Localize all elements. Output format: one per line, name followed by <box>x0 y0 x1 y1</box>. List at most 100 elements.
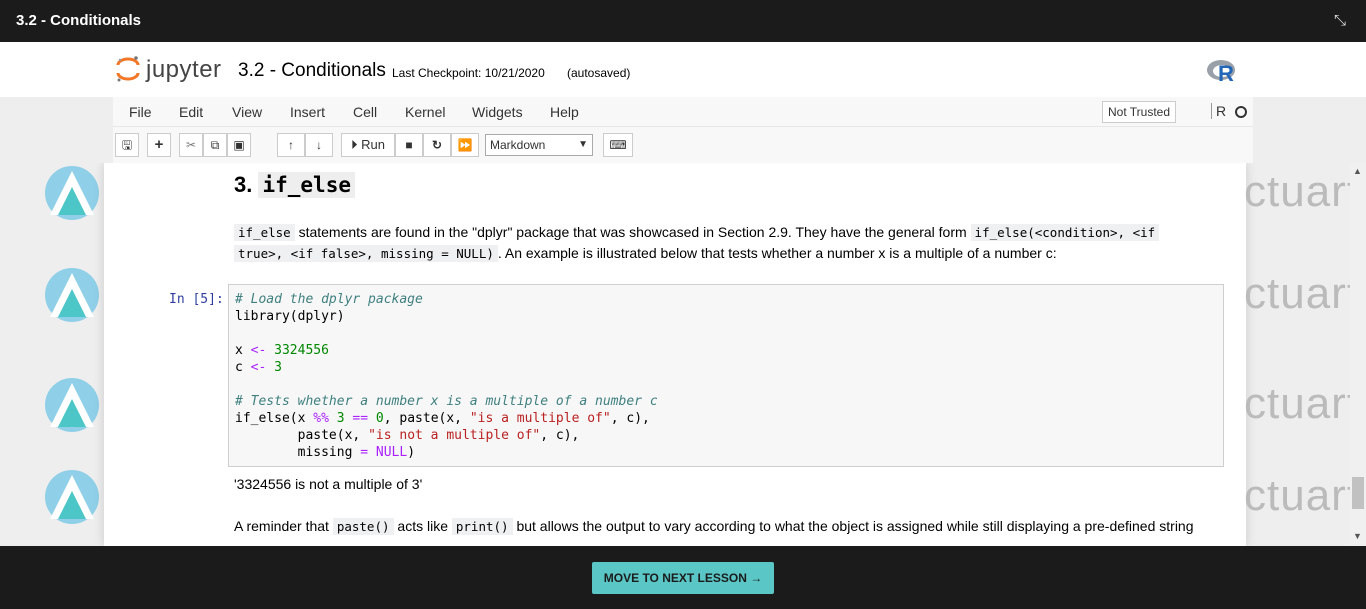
stop-icon: ■ <box>405 138 413 152</box>
code-cell[interactable]: # Load the dplyr package library(dplyr) … <box>228 284 1224 467</box>
watermark: ctuart <box>1244 167 1361 216</box>
code-number: 3 <box>328 411 345 426</box>
menu-bar: File Edit View Insert Cell Kernel Widget… <box>113 97 1253 127</box>
kernel-name: R <box>1211 103 1226 119</box>
notebook-toolbar: 🖫 + ✂ ⧉ ▣ ↑ ↓ ⏵ Run ■ ↻ ⏩ Markdown ▼ ⌨ <box>113 127 1253 163</box>
course-logo-icon <box>45 166 99 220</box>
save-button[interactable]: 🖫 <box>115 133 139 157</box>
code-number: 3324556 <box>266 343 329 358</box>
watermark: ctuart <box>1244 379 1361 428</box>
code-text: ) <box>407 445 416 460</box>
heading-number: 3. <box>234 172 253 197</box>
cut-button[interactable]: ✂ <box>179 133 203 157</box>
paragraph-text: acts like <box>393 518 452 534</box>
code-text: , paste(x, <box>383 411 470 426</box>
course-logo-icon <box>45 268 99 322</box>
scroll-down-arrow-icon[interactable]: ▼ <box>1353 531 1362 541</box>
copy-icon: ⧉ <box>210 138 220 152</box>
menu-file[interactable]: File <box>129 104 152 120</box>
paste-icon: ▣ <box>233 138 245 152</box>
arrow-up-icon: ↑ <box>288 138 294 152</box>
next-lesson-button[interactable]: MOVE TO NEXT LESSON → <box>592 562 774 594</box>
code-text: paste(x, <box>235 428 369 443</box>
exit-fullscreen-icon[interactable]: ⤡ <box>1330 11 1350 31</box>
code-text: , c), <box>610 411 650 426</box>
code-operator: <- <box>250 360 267 375</box>
insert-cell-button[interactable]: + <box>147 133 171 157</box>
scroll-up-arrow-icon[interactable]: ▲ <box>1353 166 1362 176</box>
paste-button[interactable]: ▣ <box>227 133 251 157</box>
code-text: x <box>235 343 251 358</box>
copy-button[interactable]: ⧉ <box>203 133 227 157</box>
r-kernel-logo-icon: R <box>1207 60 1235 85</box>
restart-button[interactable]: ↻ <box>423 133 451 157</box>
interrupt-button[interactable]: ■ <box>395 133 423 157</box>
cell-type-value: Markdown <box>490 138 546 152</box>
watermark: ctuart <box>1244 471 1361 520</box>
command-palette-button[interactable]: ⌨ <box>603 133 633 157</box>
autosave-status: (autosaved) <box>567 66 631 80</box>
not-trusted-badge[interactable]: Not Trusted <box>1102 101 1177 123</box>
menu-edit[interactable]: Edit <box>179 104 203 120</box>
code-operator: = <box>360 445 369 460</box>
inline-code: paste() <box>332 518 394 535</box>
notebook-site: ctuart ctuart ctuart ctuart 3. if_else i… <box>0 163 1366 546</box>
jupyter-logo-icon[interactable] <box>116 55 140 83</box>
inline-code: true>, <if false>, missing = NULL) <box>234 245 498 262</box>
paragraph-text: statements are found in the "dplyr" pack… <box>294 224 971 240</box>
code-operator: %% <box>313 411 329 426</box>
inline-code: print() <box>451 518 513 535</box>
move-up-button[interactable]: ↑ <box>277 133 305 157</box>
lesson-footer: MOVE TO NEXT LESSON → <box>0 546 1366 609</box>
markdown-paragraph: if_else statements are found in the "dpl… <box>234 222 1224 264</box>
step-forward-icon: ⏵ <box>351 137 358 152</box>
arrow-down-icon: ↓ <box>316 138 322 152</box>
paragraph-text: A reminder that <box>234 518 333 534</box>
paragraph-text: but allows the output to vary according … <box>512 518 1194 534</box>
scissors-icon: ✂ <box>185 138 197 152</box>
scrollbar-thumb[interactable] <box>1352 477 1364 509</box>
course-logo-icon <box>45 470 99 524</box>
notebook-name[interactable]: 3.2 - Conditionals <box>238 60 386 82</box>
code-number: 3 <box>266 360 282 375</box>
checkpoint-status: Last Checkpoint: 10/21/2020 <box>392 66 545 80</box>
restart-run-all-button[interactable]: ⏩ <box>451 133 479 157</box>
section-heading: 3. if_else <box>234 172 355 198</box>
code-text: library(dplyr) <box>235 309 345 324</box>
code-text: if_else(x <box>235 411 314 426</box>
window-title: 3.2 - Conditionals <box>16 12 142 29</box>
save-icon: 🖫 <box>121 138 133 152</box>
paragraph-text: . An example is illustrated below that t… <box>497 245 1057 261</box>
code-operator: <- <box>250 343 267 358</box>
menu-kernel[interactable]: Kernel <box>405 104 445 120</box>
code-number: 0 <box>368 411 384 426</box>
move-down-button[interactable]: ↓ <box>305 133 333 157</box>
code-text: missing <box>235 445 361 460</box>
fast-forward-icon: ⏩ <box>457 138 473 152</box>
code-text: c <box>235 360 251 375</box>
menu-help[interactable]: Help <box>550 104 579 120</box>
code-keyword: NULL <box>368 445 408 460</box>
cell-prompt: In [5]: <box>169 292 224 307</box>
run-button[interactable]: ⏵ Run <box>341 133 395 157</box>
plus-icon: + <box>154 136 164 153</box>
run-label: Run <box>361 137 385 152</box>
jupyter-logo-text[interactable]: jupyter <box>146 56 222 84</box>
menu-widgets[interactable]: Widgets <box>472 104 523 120</box>
code-comment: # Load the dplyr package <box>235 292 423 307</box>
code-operator: == <box>344 411 369 426</box>
restart-icon: ↻ <box>431 138 443 152</box>
cell-type-select[interactable]: Markdown ▼ <box>485 134 593 156</box>
keyboard-icon: ⌨ <box>609 138 627 152</box>
kernel-status-icon <box>1235 106 1247 118</box>
menu-cell[interactable]: Cell <box>353 104 377 120</box>
code-comment: # Tests whether a number x is a multiple… <box>235 394 658 409</box>
chevron-down-icon: ▼ <box>578 139 588 150</box>
markdown-paragraph: A reminder that paste() acts like print(… <box>234 516 1224 537</box>
menu-insert[interactable]: Insert <box>290 104 325 120</box>
cell-output: '3324556 is not a multiple of 3' <box>234 476 423 492</box>
menu-view[interactable]: View <box>232 104 262 120</box>
window-titlebar: 3.2 - Conditionals ⤡ <box>0 0 1366 42</box>
jupyter-header: jupyter 3.2 - Conditionals Last Checkpoi… <box>0 42 1366 97</box>
svg-text:R: R <box>1218 61 1234 85</box>
